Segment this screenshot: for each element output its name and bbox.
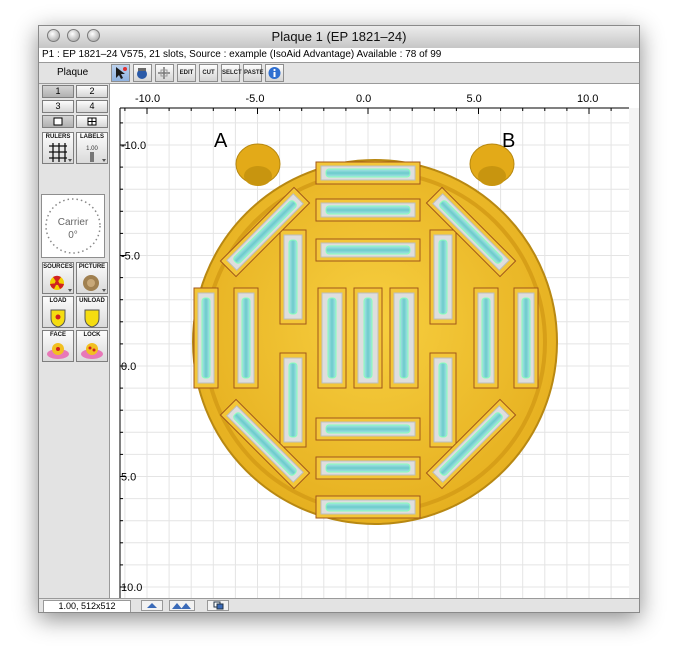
quad-grid-icon — [87, 117, 97, 126]
load-shield-icon — [50, 309, 66, 328]
lock-label: LOCK — [83, 332, 101, 338]
lock-button[interactable]: LOCK — [76, 330, 108, 362]
select-tool-button[interactable] — [111, 64, 130, 82]
sources-button[interactable]: SOURCES — [42, 262, 74, 294]
status-bar: 1.00, 512x512 — [39, 598, 639, 612]
tool-palette: 1 2 3 4 RULERS LABELS 1.00 Carrier 0° SO… — [39, 84, 110, 598]
single-square-icon — [53, 117, 63, 126]
plaque-view: -10.0 10.0 -5.0 5.0 0.0 0.0 5.0 -5.0 10.0 -10.0 A… — [110, 84, 639, 610]
seed-slot — [315, 238, 421, 262]
rulers-label: RULERS — [45, 134, 71, 140]
single-view-button[interactable] — [42, 115, 74, 128]
y-tick-label: 5.0 — [121, 472, 136, 484]
info-icon — [268, 67, 281, 79]
x-tick-label: -10.0 — [135, 93, 160, 105]
grid-icon — [49, 143, 72, 162]
picture-button[interactable]: PICTURE — [76, 262, 108, 294]
view-3-button[interactable]: 3 — [42, 100, 74, 113]
y-tick-label: -5.0 — [121, 251, 140, 263]
label-b: B — [502, 130, 515, 152]
zoom-readout: 1.00, 512x512 — [43, 600, 131, 612]
plaque-label: Plaque — [57, 67, 89, 78]
unload-button[interactable]: UNLOAD — [76, 296, 108, 328]
view-2-button[interactable]: 2 — [76, 85, 108, 98]
view-1-button[interactable]: 1 — [42, 85, 74, 98]
plaque-canvas[interactable]: -10.0 10.0 -5.0 5.0 0.0 0.0 5.0 -5.0 10.0 -10.0 A… — [110, 84, 639, 610]
seed-slot — [279, 229, 307, 325]
zoom-in-icon — [172, 603, 191, 609]
zoom-in-button[interactable] — [169, 600, 195, 611]
seed-slot — [279, 352, 307, 448]
picture-icon — [83, 275, 106, 292]
y-tick-label: 10.0 — [121, 582, 142, 594]
paste-button[interactable]: PASTE — [243, 64, 264, 82]
move-tool-button[interactable] — [133, 64, 152, 82]
rulers-button[interactable]: RULERS — [42, 132, 74, 164]
lock-plaque-icon — [81, 343, 103, 359]
carrier-dial[interactable]: Carrier 0° — [41, 194, 105, 258]
load-label: LOAD — [49, 298, 67, 304]
title-bar[interactable]: Plaque 1 (EP 1821–24) — [39, 26, 639, 49]
quad-view-button[interactable] — [76, 115, 108, 128]
x-tick-label: 0.0 — [356, 93, 371, 105]
face-plaque-icon — [47, 343, 69, 359]
radiation-icon — [50, 275, 72, 292]
seed-slot — [429, 229, 457, 325]
x-tick-label: 10.0 — [577, 93, 598, 105]
face-label: FACE — [49, 332, 66, 338]
seed-slot — [353, 287, 383, 389]
cut-button[interactable]: CUT — [199, 64, 218, 82]
unload-shield-icon — [84, 309, 100, 328]
seed-slot — [317, 287, 347, 389]
load-button[interactable]: LOAD — [42, 296, 74, 328]
labels-label: LABELS — [80, 134, 104, 140]
unload-label: UNLOAD — [79, 298, 105, 304]
picture-label: PICTURE — [78, 264, 106, 270]
plaque-window: Plaque 1 (EP 1821–24) P1 : EP 1821–24 V5… — [38, 25, 640, 613]
window-title: Plaque 1 (EP 1821–24) — [271, 29, 407, 44]
view-4-button[interactable]: 4 — [76, 100, 108, 113]
zoom-out-button[interactable] — [141, 600, 163, 611]
seed-slot — [473, 287, 499, 389]
arrow-select-icon — [116, 67, 127, 79]
seed-slot — [429, 352, 457, 448]
seed-slot — [315, 456, 421, 480]
label-a: A — [214, 130, 228, 152]
labels-icon — [90, 152, 106, 162]
crosshair-tool-button[interactable] — [155, 64, 174, 82]
y-tick-label: -10.0 — [121, 140, 146, 152]
plaque-info-bar: P1 : EP 1821–24 V575, 21 slots, Source :… — [39, 48, 639, 63]
x-tick-label: 5.0 — [467, 93, 482, 105]
carrier-label: Carrier — [57, 217, 89, 228]
hand-icon — [137, 68, 147, 79]
seed-slot — [513, 287, 539, 389]
edit-button[interactable]: EDIT — [177, 64, 196, 82]
labels-button[interactable]: LABELS 1.00 — [76, 132, 108, 164]
crosshair-icon — [158, 67, 170, 79]
copy-view-button[interactable] — [207, 600, 229, 611]
toolbar: Plaque EDIT CUT SELCT PASTE — [39, 63, 639, 84]
seed-slot — [315, 161, 421, 185]
face-button[interactable]: FACE — [42, 330, 74, 362]
y-tick-label: 0.0 — [121, 361, 136, 373]
seed-slot — [233, 287, 259, 389]
copy-icon — [213, 601, 224, 610]
info-button[interactable] — [265, 64, 284, 82]
select-button[interactable]: SELCT — [221, 64, 242, 82]
seed-slot — [315, 495, 421, 519]
seed-slot — [315, 198, 421, 222]
seed-slot — [193, 287, 219, 389]
seed-slot — [389, 287, 419, 389]
zoom-out-icon — [147, 603, 157, 608]
x-tick-label: -5.0 — [246, 93, 265, 105]
carrier-angle: 0° — [68, 230, 78, 241]
seed-slot — [315, 417, 421, 441]
sources-label: SOURCES — [43, 264, 73, 270]
